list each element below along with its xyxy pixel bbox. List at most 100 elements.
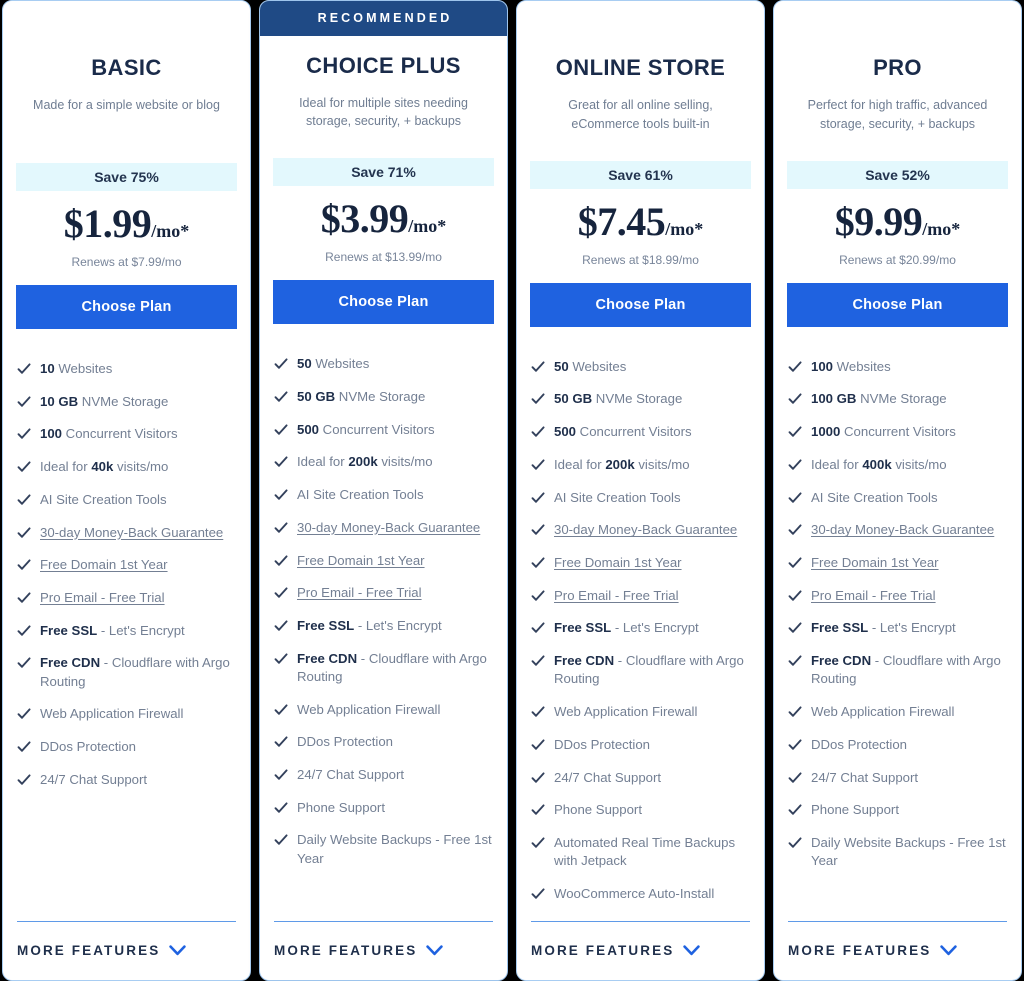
plan-tagline: Made for a simple website or blog	[33, 98, 220, 113]
feature-label: Automated Real Time Backups with Jetpack	[554, 834, 736, 869]
feature-text: AI Site Creation Tools	[40, 491, 236, 509]
check-icon	[274, 767, 288, 783]
feature-highlight: 500	[297, 421, 320, 437]
feature-text: DDos Protection	[554, 736, 750, 754]
feature-link[interactable]: 30-day Money-Back Guarantee	[811, 522, 994, 537]
feature-item: 50 Websites	[531, 358, 750, 376]
more-features-toggle[interactable]: MORE FEATURES	[17, 943, 236, 958]
feature-text: Free Domain 1st Year	[811, 554, 1007, 572]
cta-wrap: Choose Plan	[517, 282, 764, 327]
check-icon	[531, 653, 545, 669]
feature-item: 100 GB NVMe Storage	[788, 390, 1007, 408]
check-icon	[17, 706, 31, 722]
feature-item: 30-day Money-Back Guarantee	[531, 521, 750, 539]
check-icon	[531, 620, 545, 636]
feature-label: - Let's Encrypt	[354, 617, 442, 633]
feature-item: Pro Email - Free Trial	[17, 589, 236, 607]
feature-link[interactable]: Free Domain 1st Year	[811, 555, 939, 570]
feature-label: Web Application Firewall	[297, 701, 441, 717]
choose-plan-button[interactable]: Choose Plan	[787, 282, 1008, 327]
feature-item: DDos Protection	[274, 733, 493, 751]
more-features-toggle[interactable]: MORE FEATURES	[274, 943, 493, 958]
renewal-price: Renews at $18.99/mo	[582, 252, 699, 267]
feature-item: Ideal for 200k visits/mo	[274, 453, 493, 471]
feature-highlight: 50	[297, 356, 312, 372]
feature-link[interactable]: Pro Email - Free Trial	[40, 590, 165, 605]
check-icon	[274, 832, 288, 848]
feature-link[interactable]: Free Domain 1st Year	[554, 555, 682, 570]
feature-item: DDos Protection	[788, 736, 1007, 754]
feature-label: visits/mo	[891, 456, 947, 472]
feature-text: Web Application Firewall	[811, 703, 1007, 721]
feature-text: 100 GB NVMe Storage	[811, 390, 1007, 408]
feature-highlight: 40k	[91, 459, 114, 475]
feature-text: Phone Support	[554, 801, 750, 819]
feature-link[interactable]: Free Domain 1st Year	[297, 553, 425, 568]
check-icon	[17, 426, 31, 442]
feature-text: Free CDN - Cloudflare with Argo Routing	[554, 652, 750, 688]
feature-item: Web Application Firewall	[788, 703, 1007, 721]
feature-item: Pro Email - Free Trial	[274, 584, 493, 602]
choose-plan-button[interactable]: Choose Plan	[273, 280, 494, 325]
feature-link[interactable]: Pro Email - Free Trial	[811, 588, 936, 603]
feature-item: 24/7 Chat Support	[17, 771, 236, 789]
feature-text: Phone Support	[811, 801, 1007, 819]
check-icon	[274, 422, 288, 438]
check-icon	[274, 389, 288, 405]
more-features-label: MORE FEATURES	[274, 943, 418, 958]
choose-plan-button[interactable]: Choose Plan	[16, 284, 237, 329]
feature-highlight: 50 GB	[297, 388, 336, 404]
feature-item: Web Application Firewall	[531, 703, 750, 721]
plan-footer: MORE FEATURES	[260, 921, 507, 980]
feature-item: Web Application Firewall	[17, 705, 236, 723]
plan-header: CHOICE PLUS Ideal for multiple sites need…	[260, 36, 507, 132]
price-row: $9.99/mo*	[774, 201, 1021, 242]
price-row: $3.99/mo*	[260, 199, 507, 239]
feature-link[interactable]: 30-day Money-Back Guarantee	[554, 522, 737, 537]
feature-text: Free Domain 1st Year	[297, 552, 493, 570]
feature-highlight: 200k	[348, 454, 378, 470]
feature-item: 10 Websites	[17, 360, 236, 378]
chevron-down-icon[interactable]	[426, 945, 444, 956]
feature-highlight: 100 GB	[811, 391, 857, 407]
feature-item: 30-day Money-Back Guarantee	[274, 519, 493, 537]
check-icon	[531, 457, 545, 473]
chevron-down-icon[interactable]	[683, 945, 701, 956]
more-features-toggle[interactable]: MORE FEATURES	[788, 943, 1007, 958]
check-icon	[531, 490, 545, 506]
feature-link[interactable]: Pro Email - Free Trial	[554, 588, 679, 603]
feature-label: Websites	[568, 358, 627, 374]
plan-footer: MORE FEATURES	[517, 921, 764, 980]
feature-label: Daily Website Backups - Free 1st Year	[811, 834, 1006, 869]
feature-text: Phone Support	[297, 799, 493, 817]
plan-tagline: Great for all online selling, eCommerce …	[568, 98, 713, 131]
more-features-toggle[interactable]: MORE FEATURES	[531, 943, 750, 958]
feature-link[interactable]: 30-day Money-Back Guarantee	[297, 520, 480, 535]
feature-item: DDos Protection	[531, 736, 750, 754]
feature-highlight: 500	[554, 424, 577, 440]
feature-link[interactable]: Free Domain 1st Year	[40, 557, 168, 572]
plan-card-pro: PRO Perfect for high traffic, advanced st…	[773, 0, 1022, 981]
feature-link[interactable]: 30-day Money-Back Guarantee	[40, 525, 223, 540]
feature-text: 30-day Money-Back Guarantee	[40, 524, 236, 542]
feature-highlight: 10	[40, 360, 55, 376]
feature-label: NVMe Storage	[335, 388, 426, 404]
renewal-price: Renews at $7.99/mo	[71, 254, 182, 269]
feature-link[interactable]: Pro Email - Free Trial	[297, 585, 422, 600]
feature-text: 50 GB NVMe Storage	[554, 390, 750, 408]
feature-item: Phone Support	[274, 799, 493, 817]
feature-label: DDos Protection	[554, 736, 651, 752]
feature-text: Pro Email - Free Trial	[811, 587, 1007, 605]
feature-label: Phone Support	[811, 802, 899, 818]
check-icon	[531, 704, 545, 720]
save-badge: Save 61%	[530, 160, 751, 189]
chevron-down-icon[interactable]	[169, 945, 187, 956]
feature-list: 50 Websites 50 GB NVMe Storage 500 Concurr…	[517, 358, 764, 921]
choose-plan-button[interactable]: Choose Plan	[530, 282, 751, 327]
feature-label: visits/mo	[634, 456, 690, 472]
more-features-label: MORE FEATURES	[531, 943, 675, 958]
check-icon	[788, 588, 802, 604]
feature-label: visits/mo	[377, 454, 433, 470]
check-icon	[274, 520, 288, 536]
chevron-down-icon[interactable]	[940, 945, 958, 956]
